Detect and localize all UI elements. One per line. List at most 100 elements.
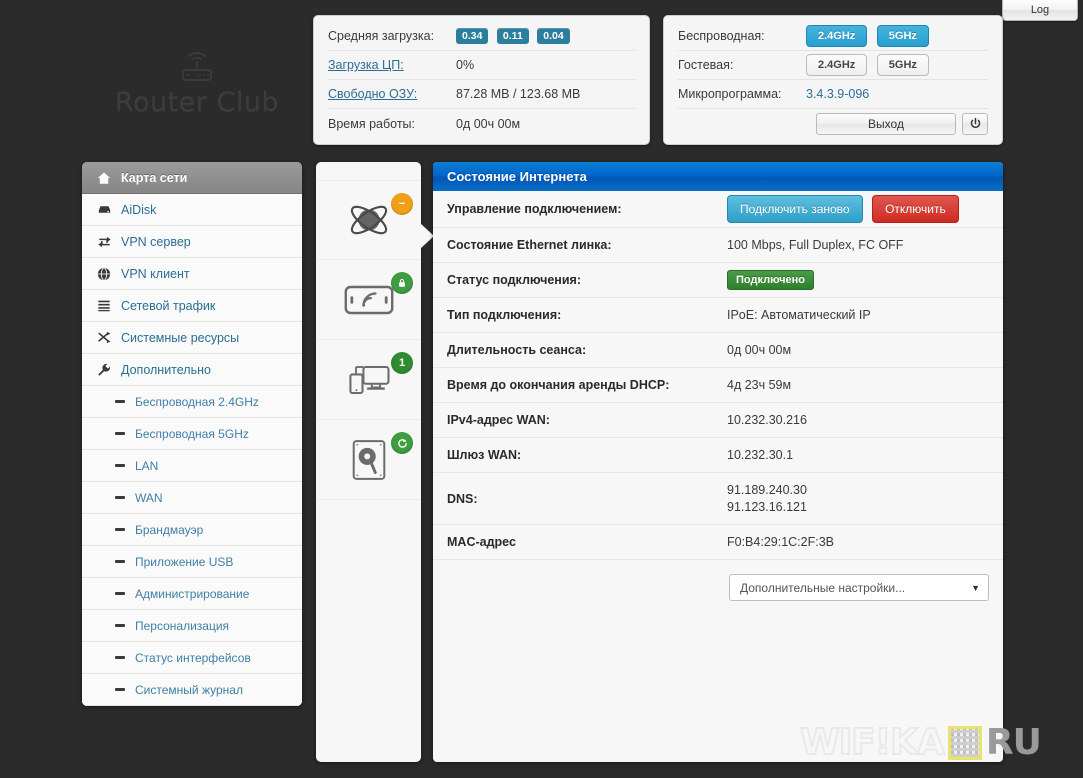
device-usb-disk[interactable] [316, 420, 421, 500]
sidebar-item-3[interactable]: VPN клиент [82, 258, 302, 290]
disconnect-button[interactable]: Отключить [872, 195, 959, 223]
device-clients[interactable]: 1 [316, 340, 421, 420]
dns-label: DNS: [447, 491, 478, 506]
dash-icon [112, 522, 128, 538]
sidebar-item-label: Администрирование [135, 586, 250, 601]
uptime-value: 0д 00ч 00м [456, 116, 521, 131]
sidebar-item-label: Дополнительно [121, 362, 211, 377]
guest-24ghz-button[interactable]: 2.4GHz [806, 54, 868, 76]
sidebar-item-12[interactable]: Приложение USB [82, 546, 302, 578]
row-free-ram: Свободно ОЗУ: 87.28 MB / 123.68 MB [328, 80, 635, 109]
internet-status-panel: Состояние Интернета Управление подключен… [433, 162, 1003, 762]
connection-control-label: Управление подключением: [447, 202, 622, 216]
qr-code-icon [947, 725, 982, 760]
ethernet-link-label: Состояние Ethernet линка: [447, 238, 612, 252]
connection-status-label: Статус подключения: [447, 273, 582, 287]
wireless-5ghz-button[interactable]: 5GHz [876, 25, 929, 47]
wan-ipv4-label: IPv4-адрес WAN: [447, 413, 550, 427]
guest-toggles: 2.4GHz 5GHz [806, 54, 935, 76]
sidebar-item-label: Сетевой трафик [121, 298, 216, 313]
reconnect-button[interactable]: Подключить заново [727, 195, 863, 223]
lock-icon [399, 279, 405, 287]
power-icon[interactable] [962, 112, 988, 135]
sidebar-item-8[interactable]: Беспроводная 5GHz [82, 418, 302, 450]
sidebar-item-15[interactable]: Статус интерфейсов [82, 642, 302, 674]
internet-globe-icon [350, 205, 387, 235]
sidebar-item-label: VPN сервер [121, 234, 191, 249]
guest-label: Гостевая: [678, 58, 734, 72]
guest-5ghz-button[interactable]: 5GHz [876, 54, 929, 76]
wireless-device-icon [344, 285, 393, 314]
sidebar-item-label: WAN [135, 490, 163, 505]
sidebar-item-0[interactable]: Карта сети [82, 162, 302, 194]
row-wireless: Беспроводная: 2.4GHz 5GHz [678, 22, 988, 51]
wan-ipv4-value: 10.232.30.216 [727, 413, 807, 427]
clients-count-badge: 1 [391, 352, 413, 374]
cpu-usage-label[interactable]: Загрузка ЦП: [328, 58, 456, 72]
sidebar-item-4[interactable]: Сетевой трафик [82, 290, 302, 322]
sidebar-item-label: Карта сети [121, 170, 188, 185]
brand-name: Router Club [114, 86, 280, 118]
sidebar-item-1[interactable]: AiDisk [82, 194, 302, 226]
globe-icon [94, 266, 114, 282]
network-map-device-column: − 1 [316, 162, 434, 762]
dash-icon [112, 426, 128, 442]
load-badge-5m: 0.11 [496, 28, 529, 44]
sidebar-item-6[interactable]: Дополнительно [82, 354, 302, 386]
firmware-value[interactable]: 3.4.3.9-096 [806, 87, 869, 101]
sidebar-item-label: LAN [135, 458, 159, 473]
free-ram-value: 87.28 MB / 123.68 MB [456, 87, 581, 101]
brand-logo: Router Club [88, 30, 306, 130]
sidebar-item-2[interactable]: VPN сервер [82, 226, 302, 258]
load-badge-1m: 0.34 [456, 28, 489, 44]
sidebar-item-7[interactable]: Беспроводная 2.4GHz [82, 386, 302, 418]
usb-eject-badge [391, 432, 413, 454]
sidebar-item-label: Беспроводная 5GHz [135, 426, 249, 441]
row-mac-address: MAC-адрес F0:B4:29:1C:2F:3B [433, 525, 1003, 560]
dash-icon [112, 490, 128, 506]
selection-arrow-icon [420, 223, 434, 249]
mac-address-label: MAC-адрес [447, 535, 516, 549]
advanced-settings-row: Дополнительные настройки... ▼ [433, 560, 1003, 601]
row-dhcp-lease: Время до окончания аренды DHCP: 4д 23ч 5… [433, 368, 1003, 403]
dash-icon [112, 586, 128, 602]
sidebar-item-label: AiDisk [121, 202, 157, 217]
sidebar-item-5[interactable]: Системные ресурсы [82, 322, 302, 354]
log-button[interactable]: Log [1002, 0, 1078, 21]
row-firmware: Микропрограмма: 3.4.3.9-096 [678, 80, 988, 109]
advanced-settings-select[interactable]: Дополнительные настройки... ▼ [729, 574, 989, 601]
sidebar-item-11[interactable]: Брандмауэр [82, 514, 302, 546]
device-wireless[interactable] [316, 260, 421, 340]
free-ram-label[interactable]: Свободно ОЗУ: [328, 87, 456, 101]
cpu-usage-value: 0% [456, 58, 475, 72]
sidebar-item-14[interactable]: Персонализация [82, 610, 302, 642]
connection-control-buttons: Подключить заново Отключить [727, 195, 959, 223]
sidebar-item-label: Беспроводная 2.4GHz [135, 394, 259, 409]
sidebar-item-9[interactable]: LAN [82, 450, 302, 482]
sidebar-item-10[interactable]: WAN [82, 482, 302, 514]
dash-icon [112, 394, 128, 410]
sidebar-item-label: Системный журнал [135, 682, 243, 697]
wireless-24ghz-button[interactable]: 2.4GHz [806, 25, 868, 47]
firmware-label: Микропрограмма: [678, 87, 782, 101]
sidebar-item-label: Статус интерфейсов [135, 650, 251, 665]
home-icon [94, 170, 114, 186]
harddrive-icon [94, 202, 114, 218]
row-session-actions: Выход [678, 109, 988, 138]
session-duration-label: Длительность сеанса: [447, 343, 587, 357]
sidebar-item-label: Системные ресурсы [121, 330, 240, 345]
usb-disk-icon [352, 439, 385, 480]
row-wan-ipv4: IPv4-адрес WAN: 10.232.30.216 [433, 403, 1003, 438]
watermark-text-right: RU [985, 722, 1042, 763]
wan-gateway-label: Шлюз WAN: [447, 448, 522, 462]
chevron-down-icon: ▼ [971, 582, 980, 593]
session-duration-value: 0д 00ч 00м [727, 343, 792, 357]
connection-type-label: Тип подключения: [447, 308, 562, 322]
advanced-settings-value: Дополнительные настройки... [740, 580, 906, 595]
sidebar-item-16[interactable]: Системный журнал [82, 674, 302, 706]
sidebar-item-13[interactable]: Администрирование [82, 578, 302, 610]
wireless-label: Беспроводная: [678, 29, 765, 43]
uptime-label: Время работы: [328, 116, 415, 131]
device-internet[interactable]: − [316, 180, 434, 260]
logout-button[interactable]: Выход [816, 112, 956, 135]
